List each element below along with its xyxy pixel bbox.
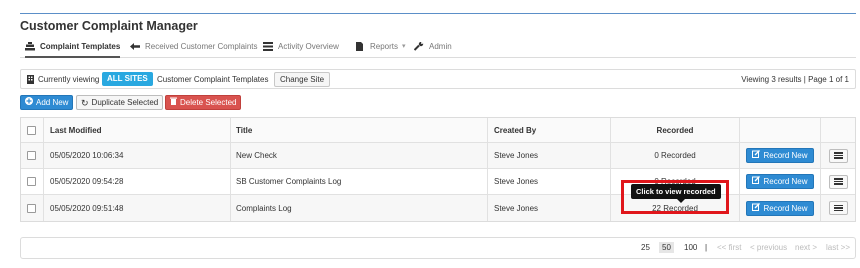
header-action-cell [740, 118, 821, 142]
tab-label: Received Customer Complaints [145, 42, 258, 51]
list-menu-button[interactable] [828, 148, 848, 163]
cell-created-by: Steve Jones [488, 195, 611, 221]
cell-last-modified: 05/05/2020 09:54:28 [44, 169, 231, 194]
previous-page-link[interactable]: < previous [750, 243, 787, 252]
record-new-button[interactable]: Record New [746, 200, 814, 216]
page-size-25[interactable]: 25 [641, 243, 650, 252]
cell-last-modified: 05/05/2020 09:51:48 [44, 195, 231, 221]
row-checkbox[interactable] [27, 203, 36, 213]
site-context-bar: Currently viewing ALL SITES Customer Com… [20, 69, 856, 89]
edit-icon [752, 149, 761, 162]
action-cell: Record New [740, 143, 821, 168]
column-header-title[interactable]: Title [231, 118, 488, 142]
action-cell: Record New [740, 169, 821, 194]
tab-admin[interactable]: Admin [413, 41, 452, 58]
action-cell: Record New [740, 195, 821, 221]
column-header-last-modified[interactable]: Last Modified [44, 118, 231, 142]
table-row[interactable]: 05/05/2020 09:54:28 SB Customer Complain… [21, 169, 855, 195]
menu-cell [821, 143, 855, 168]
cell-created-by: Steve Jones [488, 143, 611, 168]
cell-title[interactable]: New Check [231, 143, 488, 168]
duplicate-label: Duplicate Selected [91, 97, 159, 107]
header-menu-cell [821, 118, 855, 142]
menu-cell [821, 195, 855, 221]
page-size-50[interactable]: 50 [659, 242, 674, 253]
highlight-box [621, 180, 729, 214]
plus-circle-icon [25, 96, 33, 110]
building-icon [27, 75, 34, 86]
tab-label: Activity Overview [278, 42, 339, 51]
list-menu-button[interactable] [828, 201, 848, 215]
menu-cell [821, 169, 855, 194]
record-new-label: Record New [763, 177, 808, 186]
row-checkbox[interactable] [27, 177, 36, 186]
tab-complaint-templates[interactable]: Complaint Templates [25, 42, 121, 58]
wrench-icon [413, 41, 424, 51]
row-checkbox[interactable] [27, 151, 36, 160]
cell-title[interactable]: Complaints Log [231, 195, 488, 221]
tab-label: Reports [370, 42, 399, 51]
add-new-label: Add New [36, 97, 69, 107]
results-summary: Viewing 3 results | Page 1 of 1 [741, 75, 849, 84]
document-icon [355, 42, 365, 51]
chevron-down-icon: ▾ [402, 43, 406, 50]
main-nav: Complaint Templates Received Customer Co… [20, 38, 856, 58]
cell-title[interactable]: SB Customer Complaints Log [231, 169, 488, 194]
page-title: Customer Complaint Manager [20, 19, 198, 33]
next-page-link[interactable]: next > [795, 243, 817, 252]
record-new-label: Record New [763, 151, 808, 160]
cell-recorded-count[interactable]: 0 Recorded [611, 143, 740, 168]
pager-separator: | [705, 243, 708, 252]
record-new-label: Record New [763, 203, 808, 213]
cell-last-modified: 05/05/2020 10:06:34 [44, 143, 231, 168]
row-select-cell [21, 169, 44, 194]
tab-activity-overview[interactable]: Activity Overview [263, 42, 339, 58]
header-select-cell [21, 118, 44, 142]
row-select-cell [21, 143, 44, 168]
list-icon [263, 42, 273, 51]
duplicate-selected-button[interactable]: ↻ Duplicate Selected [76, 95, 164, 110]
edit-icon [752, 175, 761, 188]
templates-icon [25, 42, 35, 51]
change-site-button[interactable]: Change Site [274, 72, 331, 87]
first-page-link[interactable]: << first [717, 243, 741, 252]
select-all-checkbox[interactable] [27, 125, 36, 135]
viewing-label: Currently viewing [38, 75, 100, 84]
arrow-left-icon [130, 42, 140, 51]
delete-selected-button[interactable]: Delete Selected [165, 95, 242, 110]
table-header-row: Last Modified Title Created By Recorded [21, 118, 855, 143]
table-row[interactable]: 05/05/2020 10:06:34 New Check Steve Jone… [21, 143, 855, 169]
tab-received-complaints[interactable]: Received Customer Complaints [130, 42, 258, 58]
trash-icon [170, 96, 177, 110]
context-label: Customer Complaint Templates [157, 75, 269, 84]
tab-reports[interactable]: Reports ▾ [355, 42, 406, 58]
column-header-created-by[interactable]: Created By [488, 118, 611, 142]
record-new-button[interactable]: Record New [746, 148, 814, 163]
templates-table: Last Modified Title Created By Recorded … [20, 117, 856, 222]
delete-label: Delete Selected [180, 97, 237, 107]
edit-icon [752, 202, 761, 215]
last-page-link[interactable]: last >> [826, 243, 850, 252]
row-select-cell [21, 195, 44, 221]
cell-created-by: Steve Jones [488, 169, 611, 194]
column-header-recorded[interactable]: Recorded [611, 118, 740, 142]
tab-label: Complaint Templates [40, 42, 121, 51]
add-new-button[interactable]: Add New [20, 95, 74, 110]
page-size-100[interactable]: 100 [684, 243, 697, 252]
site-badge: ALL SITES [102, 72, 153, 86]
refresh-icon: ↻ [81, 97, 89, 108]
tab-label: Admin [429, 42, 452, 51]
record-new-button[interactable]: Record New [746, 174, 814, 189]
pagination-bar: 25 50 100 | << first < previous next > l… [20, 237, 856, 259]
list-menu-button[interactable] [828, 174, 848, 189]
header-rule [20, 13, 856, 14]
table-row[interactable]: 05/05/2020 09:51:48 Complaints Log Steve… [21, 195, 855, 221]
